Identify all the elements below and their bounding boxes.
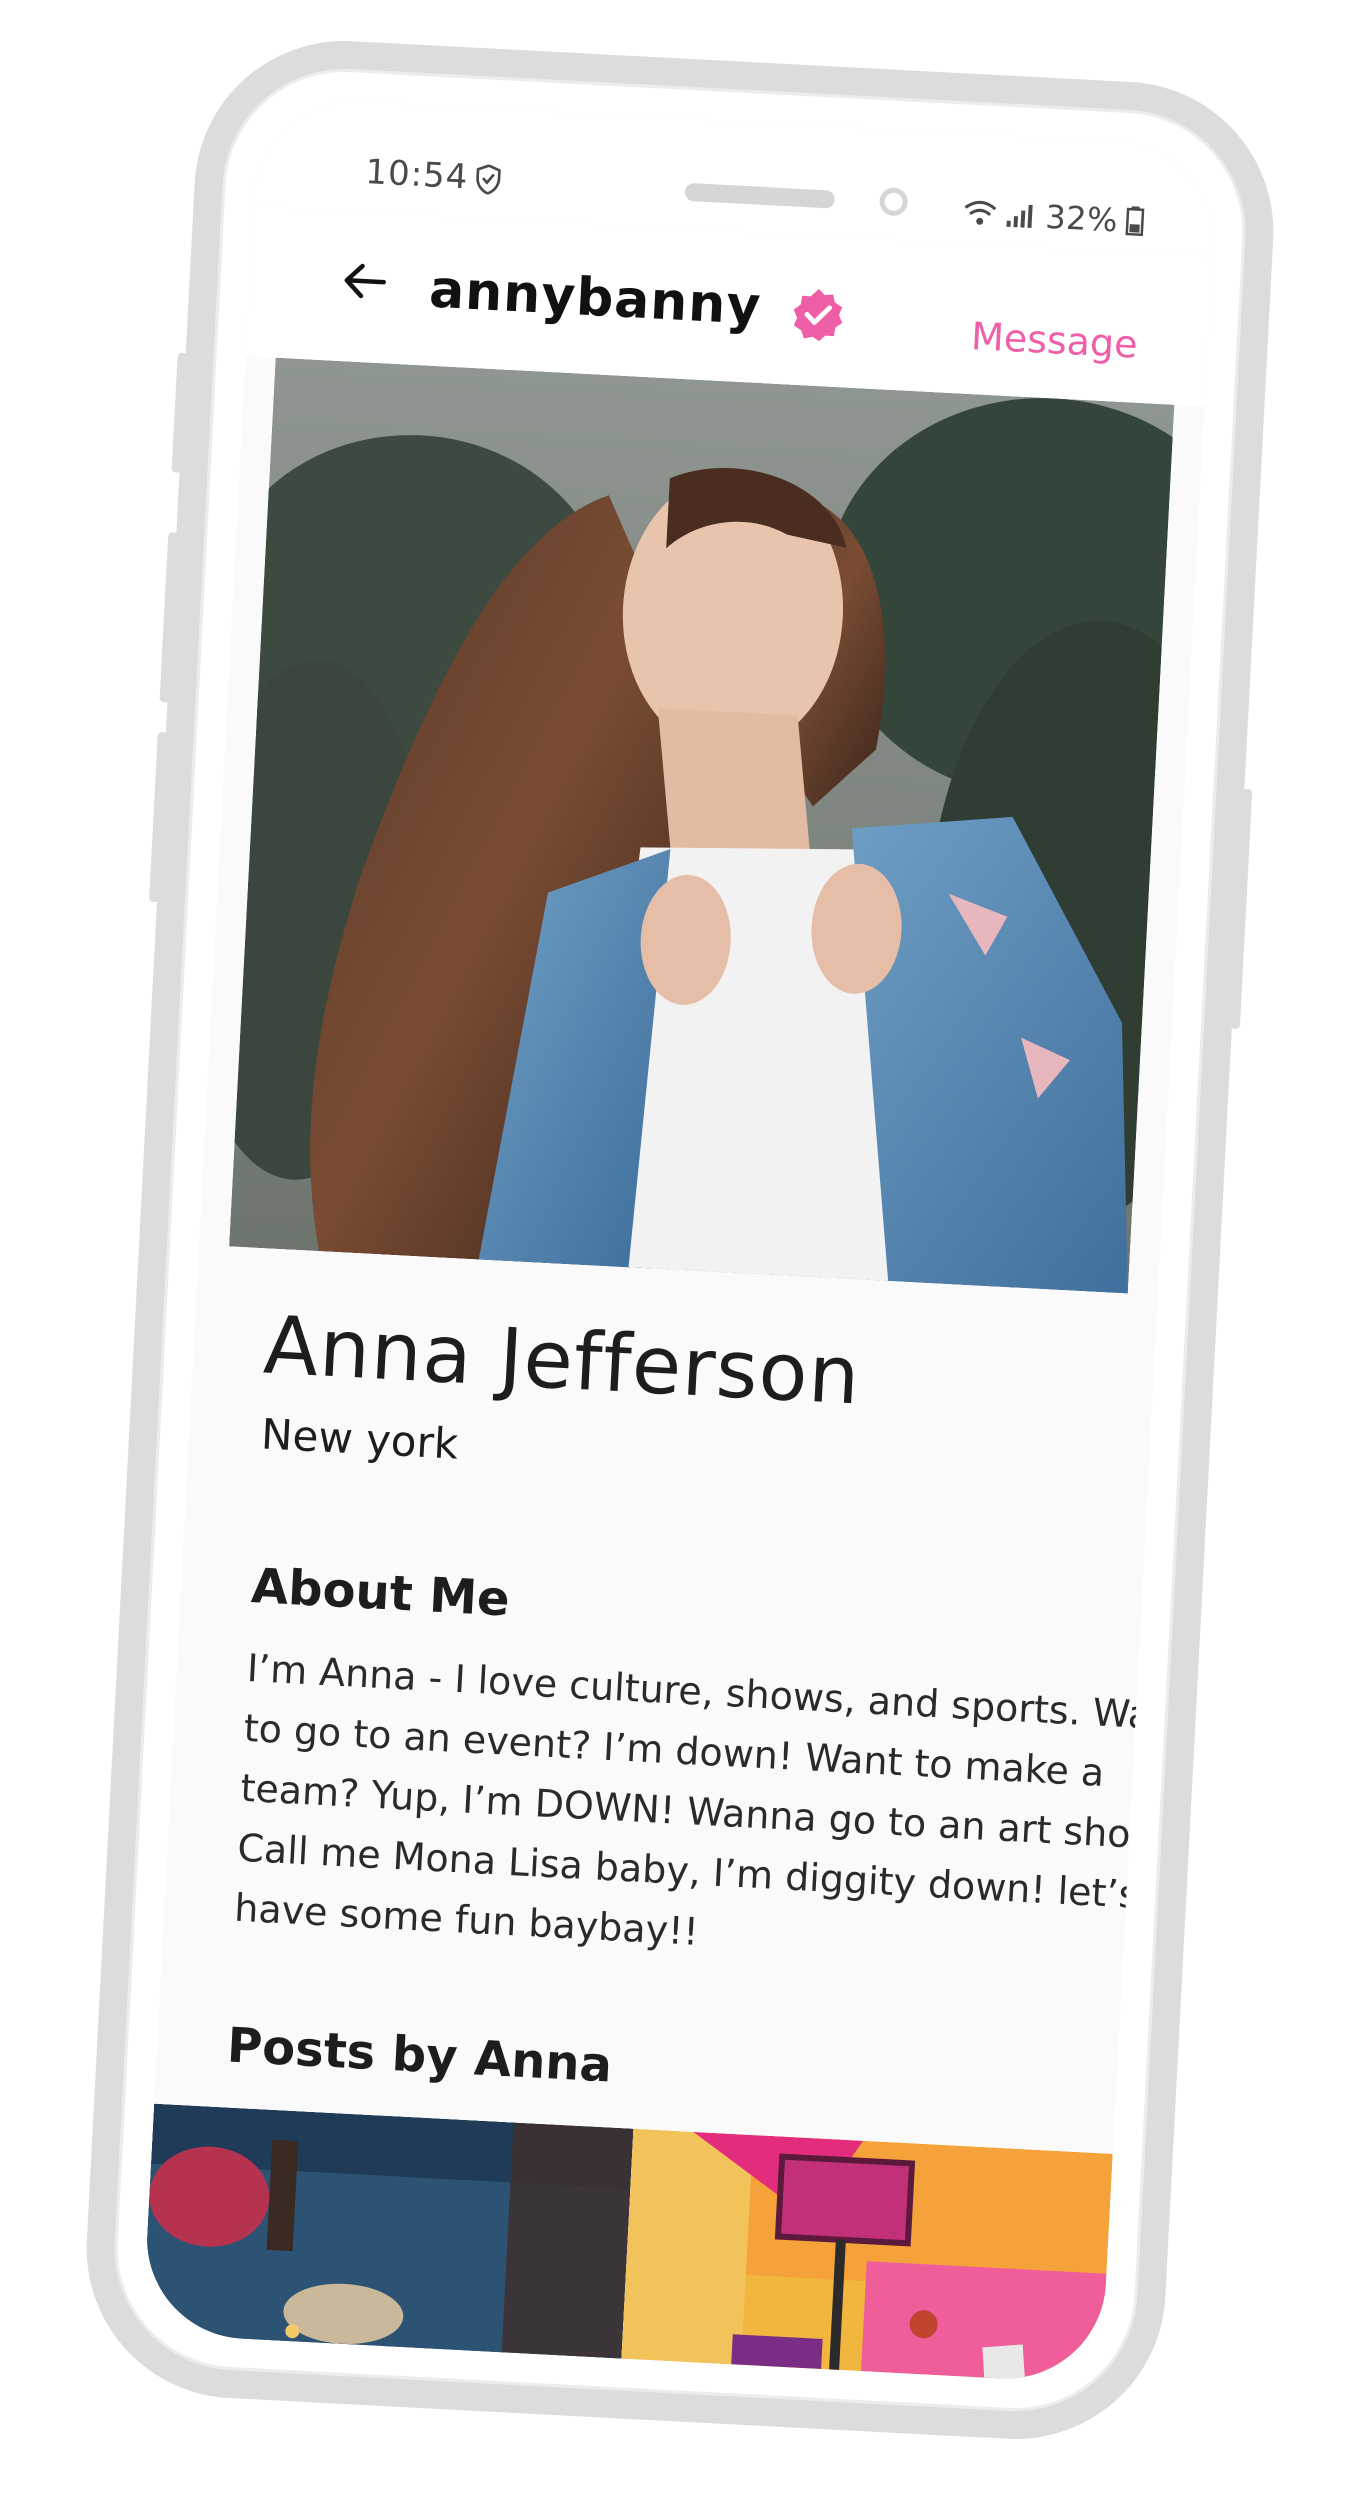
battery-icon [1125,206,1145,237]
wifi-icon [964,200,997,225]
message-button[interactable]: Message [970,314,1139,367]
username: annybanny [427,259,763,337]
phone-mockup: 10:54 32% annybanny Message Anna Jeffers… [78,33,1282,2447]
about-text: I’m Anna - I love culture, shows, and sp… [233,1645,1192,1954]
front-camera [878,187,909,217]
profile-photo [229,357,1175,1294]
status-time: 10:54 [364,152,470,198]
speaker-grille [684,182,836,209]
profile-name: Anna Jefferson [261,1298,863,1423]
profile-photo-illustration [229,357,1175,1294]
about-heading: About Me [249,1558,512,1628]
battery-percent: 32% [1044,197,1119,240]
post-image-basketball [611,2128,1113,2384]
arrow-left-icon[interactable] [338,255,391,308]
app-screen: 10:54 32% annybanny Message Anna Jeffers… [142,96,1218,2384]
stage: 10:54 32% annybanny Message Anna Jeffers… [0,0,1354,2512]
status-icons: 32% [963,193,1145,240]
verified-badge-icon [793,288,843,342]
posts-heading: Posts by Anna [225,2017,614,2094]
signal-icon [1006,204,1034,229]
post-thumbnail[interactable] [611,2128,1113,2384]
shield-icon [476,164,501,195]
profile-info: Anna Jefferson New york About Me I’m Ann… [156,1245,1191,2120]
